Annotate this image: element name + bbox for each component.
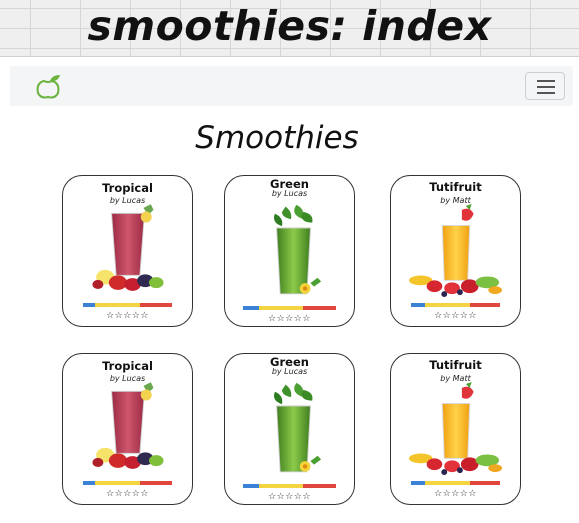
card-title: Tutifruit — [429, 180, 482, 194]
smoothie-card[interactable]: Tropical by Lucas ☆☆☆☆☆ — [62, 353, 193, 505]
smoothie-card[interactable]: Green by Lucas ☆☆☆☆☆ — [224, 353, 355, 505]
rating-bar — [410, 481, 501, 485]
card-title: Tropical — [102, 181, 153, 195]
navbar — [10, 66, 573, 106]
smoothie-card[interactable]: Tropical by Lucas ☆☆☆☆☆ — [62, 175, 193, 327]
brand-logo-icon[interactable] — [34, 72, 68, 100]
star-rating[interactable]: ☆☆☆☆☆ — [391, 311, 520, 321]
page-title: Smoothies — [195, 120, 359, 156]
page-banner: smoothies: index — [0, 0, 579, 57]
smoothie-card[interactable]: Tutifruit by Matt ☆☆☆☆☆ — [390, 353, 521, 505]
hamburger-icon-line — [537, 86, 555, 88]
star-rating[interactable]: ☆☆☆☆☆ — [391, 489, 520, 499]
smoothie-image — [87, 204, 169, 292]
card-title: Tutifruit — [429, 358, 482, 372]
hamburger-icon-line — [537, 92, 555, 94]
star-rating[interactable]: ☆☆☆☆☆ — [63, 489, 192, 499]
card-title: Tropical — [102, 359, 153, 373]
card-author: by Lucas — [271, 189, 308, 198]
star-rating[interactable]: ☆☆☆☆☆ — [225, 314, 354, 324]
hamburger-icon — [537, 80, 555, 82]
rating-bar — [242, 306, 337, 310]
smoothie-image — [409, 382, 503, 476]
rating-bar — [242, 484, 337, 488]
rating-bar — [82, 481, 173, 485]
smoothie-image — [250, 200, 330, 304]
star-rating[interactable]: ☆☆☆☆☆ — [63, 311, 192, 321]
card-author: by Lucas — [271, 367, 308, 376]
smoothie-image — [409, 204, 503, 298]
smoothie-card[interactable]: Green by Lucas ☆☆☆☆☆ — [224, 175, 355, 327]
rating-bar — [410, 303, 501, 307]
menu-toggle-button[interactable] — [525, 72, 565, 100]
banner-title: smoothies: index — [87, 2, 492, 50]
rating-bar — [82, 303, 173, 307]
star-rating[interactable]: ☆☆☆☆☆ — [225, 492, 354, 502]
smoothie-image — [87, 382, 169, 470]
smoothie-card[interactable]: Tutifruit by Matt ☆☆☆☆☆ — [390, 175, 521, 327]
smoothie-image — [250, 378, 330, 482]
